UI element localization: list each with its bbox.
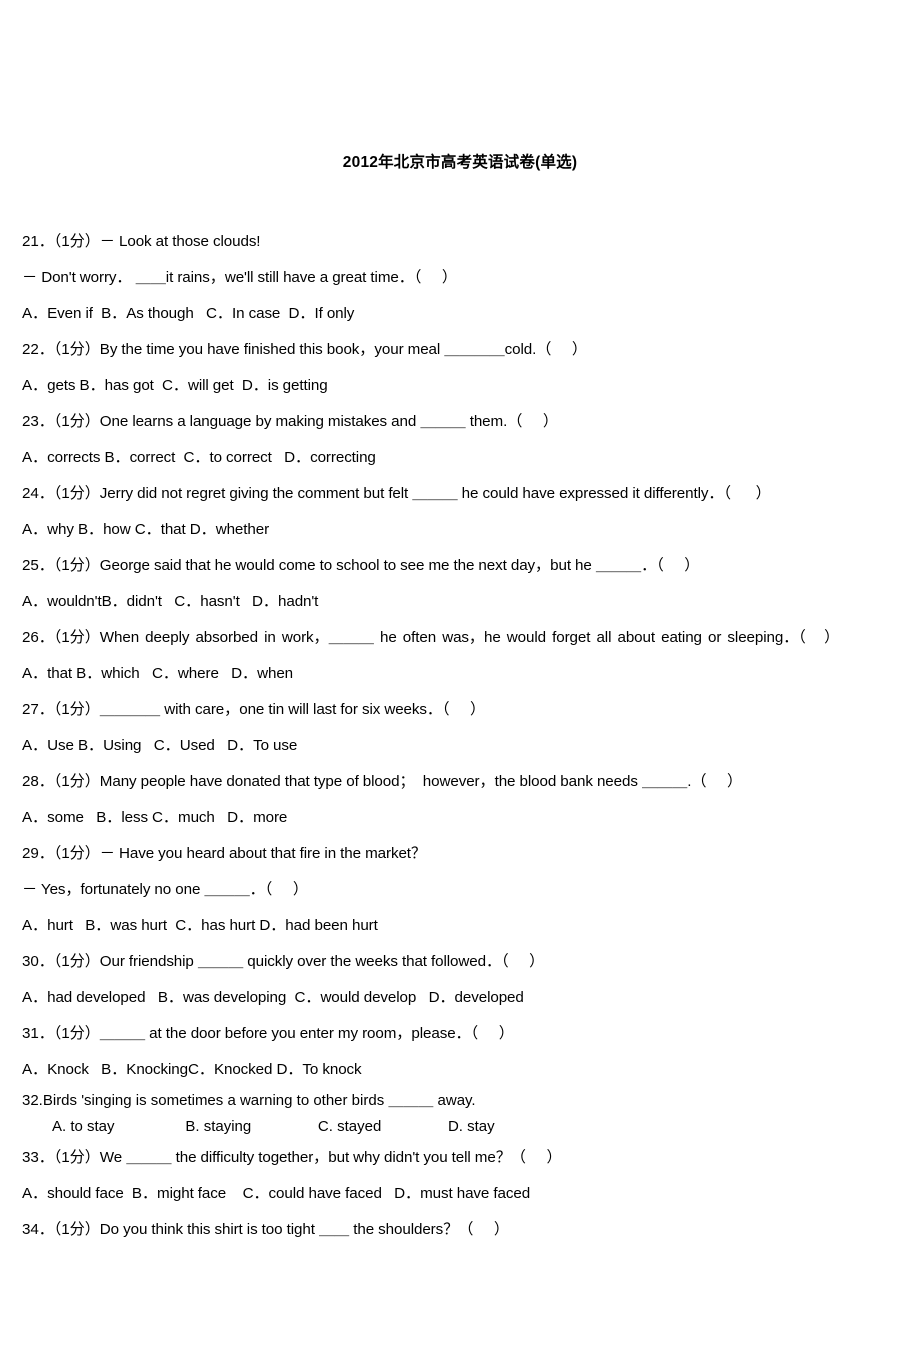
question-24-stem: 24．（1分）Jerry did not regret giving the c… <box>22 485 771 502</box>
question-21-stem-line-1: 21．（1分）－ Look at those clouds! <box>22 233 261 250</box>
question-26-stem: 26．（1分）When deeply absorbed in work，＿＿＿ … <box>22 629 840 646</box>
question-27-options[interactable]: A．Use B．Using C．Used D．To use <box>22 728 898 764</box>
question-30-options[interactable]: A．had developed B．was developing C．would… <box>22 980 898 1016</box>
question-29-stem-line-1: 29．（1分）－ Have you heard about that fire … <box>22 845 427 862</box>
question-32-options[interactable]: A. to stay B. staying C. stayed D. stay <box>22 1114 898 1140</box>
question-30-stem: 30．（1分）Our friendship ＿＿＿ quickly over t… <box>22 953 545 970</box>
question-28-stem: 28．（1分）Many people have donated that typ… <box>22 773 743 790</box>
question-21-stem-line-2: － Don't worry． ＿＿it rains，we'll still ha… <box>22 269 457 286</box>
question-22-options[interactable]: A．gets B．has got C．will get D．is getting <box>22 368 898 404</box>
document-page: 2012年北京市高考英语试卷(单选) 21．（1分）－ Look at thos… <box>0 0 920 1363</box>
page-title: 2012年北京市高考英语试卷(单选) <box>342 154 578 171</box>
question-21-options[interactable]: A．Even if B．As though C．In case D．If onl… <box>22 296 898 332</box>
question-24-options[interactable]: A．why B．how C．that D．whether <box>22 512 898 548</box>
question-33-options[interactable]: A．should face B．might face C．could have … <box>22 1176 898 1212</box>
question-34-stem: 34．（1分）Do you think this shirt is too ti… <box>22 1221 509 1238</box>
question-32-stem: 32.Birds 'singing is sometimes a warning… <box>22 1092 476 1109</box>
question-29-stem-line-2: － Yes，fortunately no one ＿＿＿．（ ） <box>22 881 308 898</box>
question-23-options[interactable]: A．corrects B．correct C．to correct D．corr… <box>22 440 898 476</box>
question-33-stem: 33．（1分）We ＿＿＿ the difficulty together，bu… <box>22 1149 562 1166</box>
question-22-stem: 22．（1分）By the time you have finished thi… <box>22 341 587 358</box>
question-29-options[interactable]: A．hurt B．was hurt C．has hurt D．had been … <box>22 908 898 944</box>
question-23-stem: 23．（1分）One learns a language by making m… <box>22 413 558 430</box>
question-25-options[interactable]: A．wouldn'tB．didn't C．hasn't D．hadn't <box>22 584 898 620</box>
question-list: 21．（1分）－ Look at those clouds! － Don't w… <box>22 224 898 1248</box>
question-25-stem: 25．（1分）George said that he would come to… <box>22 557 700 574</box>
question-31-options[interactable]: A．Knock B．KnockingC．Knocked D．To knock <box>22 1052 898 1088</box>
question-27-stem: 27．（1分）＿＿＿＿ with care，one tin will last … <box>22 701 486 718</box>
question-28-options[interactable]: A．some B．less C．much D．more <box>22 800 898 836</box>
question-26-options[interactable]: A．that B．which C．where D．when <box>22 656 898 692</box>
question-31-stem: 31．（1分）＿＿＿ at the door before you enter … <box>22 1025 514 1042</box>
